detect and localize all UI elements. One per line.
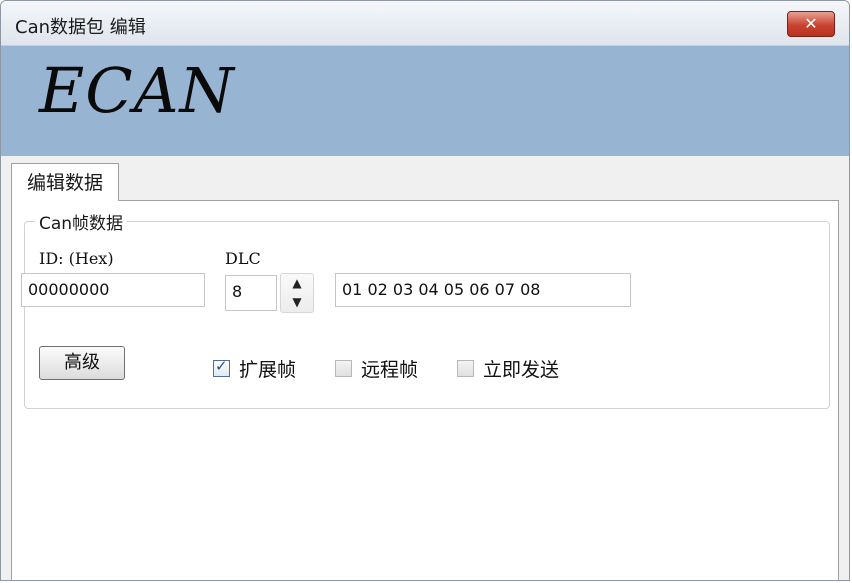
- id-hex-input[interactable]: 00000000: [21, 273, 205, 307]
- advanced-button[interactable]: 高级: [39, 346, 125, 380]
- id-label: ID: (Hex): [39, 249, 114, 268]
- extended-frame-label[interactable]: 扩展帧: [239, 355, 296, 382]
- close-button[interactable]: ✕: [787, 11, 835, 37]
- tab-edit-data[interactable]: 编辑数据: [11, 163, 119, 201]
- spin-up-icon[interactable]: ▲: [281, 274, 313, 293]
- dlc-label: DLC: [225, 249, 261, 268]
- check-icon: ✓: [215, 357, 228, 375]
- window-title: Can数据包 编辑: [15, 17, 146, 38]
- remote-frame-checkbox[interactable]: [335, 360, 352, 377]
- spin-down-icon[interactable]: ▼: [281, 293, 313, 312]
- dlc-stepper[interactable]: ▲ ▼: [280, 273, 314, 313]
- tab-panel-edit-data: Can帧数据 ID: (Hex) 00000000 DLC 8 ▲ ▼ 01 0…: [11, 200, 839, 580]
- dlc-input[interactable]: 8: [225, 275, 277, 311]
- header-banner: ECAN: [1, 46, 849, 156]
- send-immediately-checkbox[interactable]: [457, 360, 474, 377]
- close-icon: ✕: [804, 14, 818, 33]
- title-bar[interactable]: Can数据包 编辑 ✕: [1, 1, 849, 46]
- ecan-logo: ECAN: [39, 54, 235, 127]
- remote-frame-label[interactable]: 远程帧: [361, 355, 418, 382]
- extended-frame-checkbox[interactable]: ✓: [213, 357, 230, 377]
- send-immediately-label[interactable]: 立即发送: [483, 355, 559, 382]
- can-frame-data-group: Can帧数据 ID: (Hex) 00000000 DLC 8 ▲ ▼ 01 0…: [21, 209, 830, 409]
- can-packet-edit-window: Can数据包 编辑 ✕ ECAN 编辑数据 Can帧数据 ID: (Hex) 0…: [0, 0, 850, 581]
- group-legend: Can帧数据: [35, 209, 128, 234]
- data-bytes-input[interactable]: 01 02 03 04 05 06 07 08: [335, 273, 631, 307]
